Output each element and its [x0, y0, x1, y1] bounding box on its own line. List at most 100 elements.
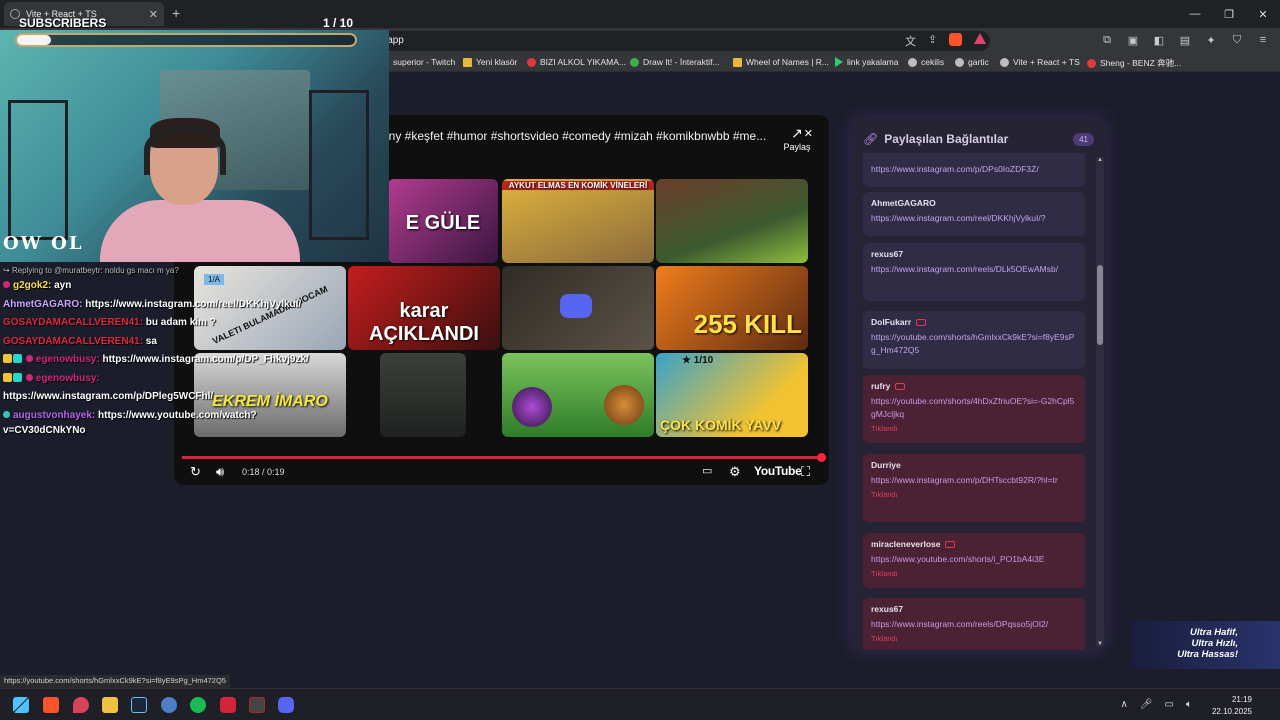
link-url[interactable]: https://www.instagram.com/reels/DPqsso5j…	[871, 618, 1077, 631]
scroll-down-icon[interactable]: ▼	[1096, 641, 1104, 647]
app-icon[interactable]	[249, 697, 265, 713]
link-url[interactable]: https://www.youtube.com/shorts/i_PO1bA4i…	[871, 553, 1077, 566]
link-item[interactable]: AhmetGAGARO https://www.instagram.com/re…	[863, 192, 1085, 236]
link-item[interactable]: rexus67 https://www.instagram.com/reels/…	[863, 598, 1085, 650]
brave-rewards-icon[interactable]	[974, 33, 987, 44]
brave-shield-icon[interactable]	[949, 33, 963, 46]
sidebar-icon[interactable]: ◧	[1152, 33, 1166, 47]
volume-icon[interactable]: 🔊︎	[216, 464, 224, 480]
bookmark-item[interactable]: Sheng - BENZ 奔驰...	[1087, 57, 1181, 69]
chat-user: g2gok2:	[13, 280, 52, 291]
link-item[interactable]: https://www.instagram.com/p/DPs0IoZDF3Z/	[863, 153, 1085, 187]
chat-user: egenowbusy:	[35, 372, 100, 384]
link-url[interactable]: https://www.instagram.com/reels/DLk5OEwA…	[871, 263, 1077, 276]
bookmark-item[interactable]: cekilis	[908, 57, 944, 67]
share-icon[interactable]: ⇪	[928, 33, 937, 49]
vpn-icon[interactable]: ⛉	[1230, 33, 1244, 47]
microphone-icon[interactable]: 🎤︎	[1140, 699, 1153, 710]
minimize-icon[interactable]: —	[1178, 0, 1212, 28]
panel-title: Paylaşılan Bağlantılar	[884, 132, 1009, 146]
window-controls: — ❐ ✕	[1178, 0, 1280, 28]
volume-icon[interactable]: 🔈︎	[1186, 699, 1192, 710]
link-item[interactable]: Durriye https://www.instagram.com/p/DHTs…	[863, 454, 1085, 522]
menu-icon[interactable]: ≡	[1256, 33, 1270, 47]
chat-text: https://www.instagram.com/reel/DKKhjVylk…	[82, 298, 302, 310]
translate-icon[interactable]: 文	[905, 33, 916, 49]
suggested-video[interactable]: ★ 1/10 ÇOK KOMİK YAVV	[656, 353, 808, 437]
link-url[interactable]: https://www.instagram.com/p/DPs0IoZDF3Z/	[871, 163, 1077, 176]
extensions-icon[interactable]: ⧉	[1100, 33, 1114, 47]
close-overlay-icon[interactable]: ✕	[804, 127, 813, 140]
file-explorer-icon[interactable]	[102, 697, 118, 713]
app-icon[interactable]	[161, 697, 177, 713]
bookmark-item[interactable]: gartic	[955, 57, 989, 67]
brave-icon[interactable]	[43, 697, 59, 713]
discord-icon[interactable]	[278, 697, 294, 713]
close-tab-icon[interactable]: ✕	[149, 8, 158, 21]
link-item[interactable]: DolFukarr https://youtube.com/shorts/hGm…	[863, 311, 1085, 369]
username: rexus67	[871, 604, 904, 614]
scroll-thumb[interactable]	[1097, 265, 1103, 345]
youtube-logo[interactable]: YouTube	[754, 464, 802, 478]
link-item[interactable]: rufry https://youtube.com/shorts/4hDxZfr…	[863, 375, 1085, 443]
bookmark-item[interactable]: BIZI ALKOL YIKAMA...	[527, 57, 626, 67]
new-tab-button[interactable]: +	[172, 5, 180, 21]
app-icon[interactable]	[220, 697, 236, 713]
clicked-status: Tıklandı	[871, 634, 898, 643]
link-url[interactable]: https://youtube.com/shorts/4hDxZfriuOE?s…	[871, 395, 1077, 421]
restore-icon[interactable]: ❐	[1212, 0, 1246, 28]
sub-badge-icon	[3, 354, 12, 363]
bookmark-item[interactable]: Draw It! - İnteraktif...	[630, 57, 720, 67]
video-title: nny #keşfet #humor #shortsvideo #comedy …	[382, 129, 767, 143]
captions-icon[interactable]: ▭	[702, 464, 712, 477]
link-url[interactable]: https://www.instagram.com/reel/DKKhjVylk…	[871, 212, 1077, 225]
chevron-up-icon[interactable]: ∧	[1121, 699, 1128, 710]
maps-icon[interactable]	[73, 697, 89, 713]
steam-icon[interactable]	[131, 697, 147, 713]
system-clock[interactable]: 21:19 22.10.2025	[1212, 694, 1252, 718]
chat-message: v=CV30dCNkYNo	[3, 425, 393, 437]
youtube-icon	[895, 382, 906, 390]
link-item[interactable]: rexus67 https://www.instagram.com/reels/…	[863, 243, 1085, 301]
shared-links-panel: 🔗︎ Paylaşılan Bağlantılar 41 https://www…	[851, 117, 1106, 650]
fullscreen-icon[interactable]: ⛶	[801, 464, 810, 480]
link-url[interactable]: https://youtube.com/shorts/hGmlxxCk9kE?s…	[871, 331, 1077, 357]
bookmark-item[interactable]: link yakalama	[835, 57, 899, 67]
scroll-up-icon[interactable]: ▲	[1096, 157, 1104, 163]
globe-icon	[908, 57, 917, 67]
bookmark-item[interactable]: Yeni klasör	[463, 57, 517, 67]
chat-text: bu adam kim ?	[143, 317, 216, 328]
wallet-icon[interactable]: ▤	[1178, 33, 1192, 47]
username: AhmetGAGARO	[871, 198, 936, 208]
suggested-video[interactable]	[656, 179, 808, 263]
goal-fill	[17, 35, 51, 45]
toolbar-icons: ⧉ ▣ ◧ ▤ ✦ ⛉ ≡	[1100, 33, 1270, 47]
spotify-icon[interactable]	[190, 697, 206, 713]
link-url[interactable]: https://www.instagram.com/p/DHTsccbt92R/…	[871, 474, 1077, 487]
link-user: rufry	[871, 381, 1077, 391]
globe-icon	[955, 57, 964, 67]
suggested-video[interactable]: AYKUT ELMAS EN KOMİK VİNELERİ	[502, 179, 654, 263]
bookmark-item[interactable]: Wheel of Names | R...	[733, 57, 829, 67]
close-window-icon[interactable]: ✕	[1246, 0, 1280, 28]
leo-icon[interactable]: ✦	[1204, 33, 1218, 47]
chat-user: augustvonhayek:	[13, 409, 96, 421]
shelf	[8, 100, 68, 240]
suggested-video[interactable]	[502, 266, 654, 350]
bookmark-item[interactable]: superior - Twitch	[380, 57, 455, 67]
suggested-video[interactable]: E GÜLE	[388, 179, 498, 263]
suggested-video[interactable]	[502, 353, 654, 437]
windows-start-icon[interactable]	[13, 697, 29, 713]
network-icon[interactable]: ▭	[1165, 699, 1174, 710]
media-icon[interactable]: ▣	[1126, 33, 1140, 47]
progress-bar[interactable]	[182, 453, 826, 462]
panel-scrollbar[interactable]: ▲ ▼	[1096, 157, 1104, 647]
sub-badge-icon	[3, 372, 12, 382]
replay-icon[interactable]: ↻	[190, 464, 201, 480]
username: miracleneverlose	[871, 539, 941, 549]
link-item[interactable]: miracleneverlose https://www.youtube.com…	[863, 533, 1085, 588]
stream-chat: ↪ Replying to @muratbeytr: noldu gs macı…	[3, 265, 393, 437]
suggested-video[interactable]: 255 KILL	[656, 266, 808, 350]
bookmark-item[interactable]: Vite + React + TS	[1000, 57, 1080, 67]
settings-icon[interactable]: ⚙	[729, 464, 741, 480]
